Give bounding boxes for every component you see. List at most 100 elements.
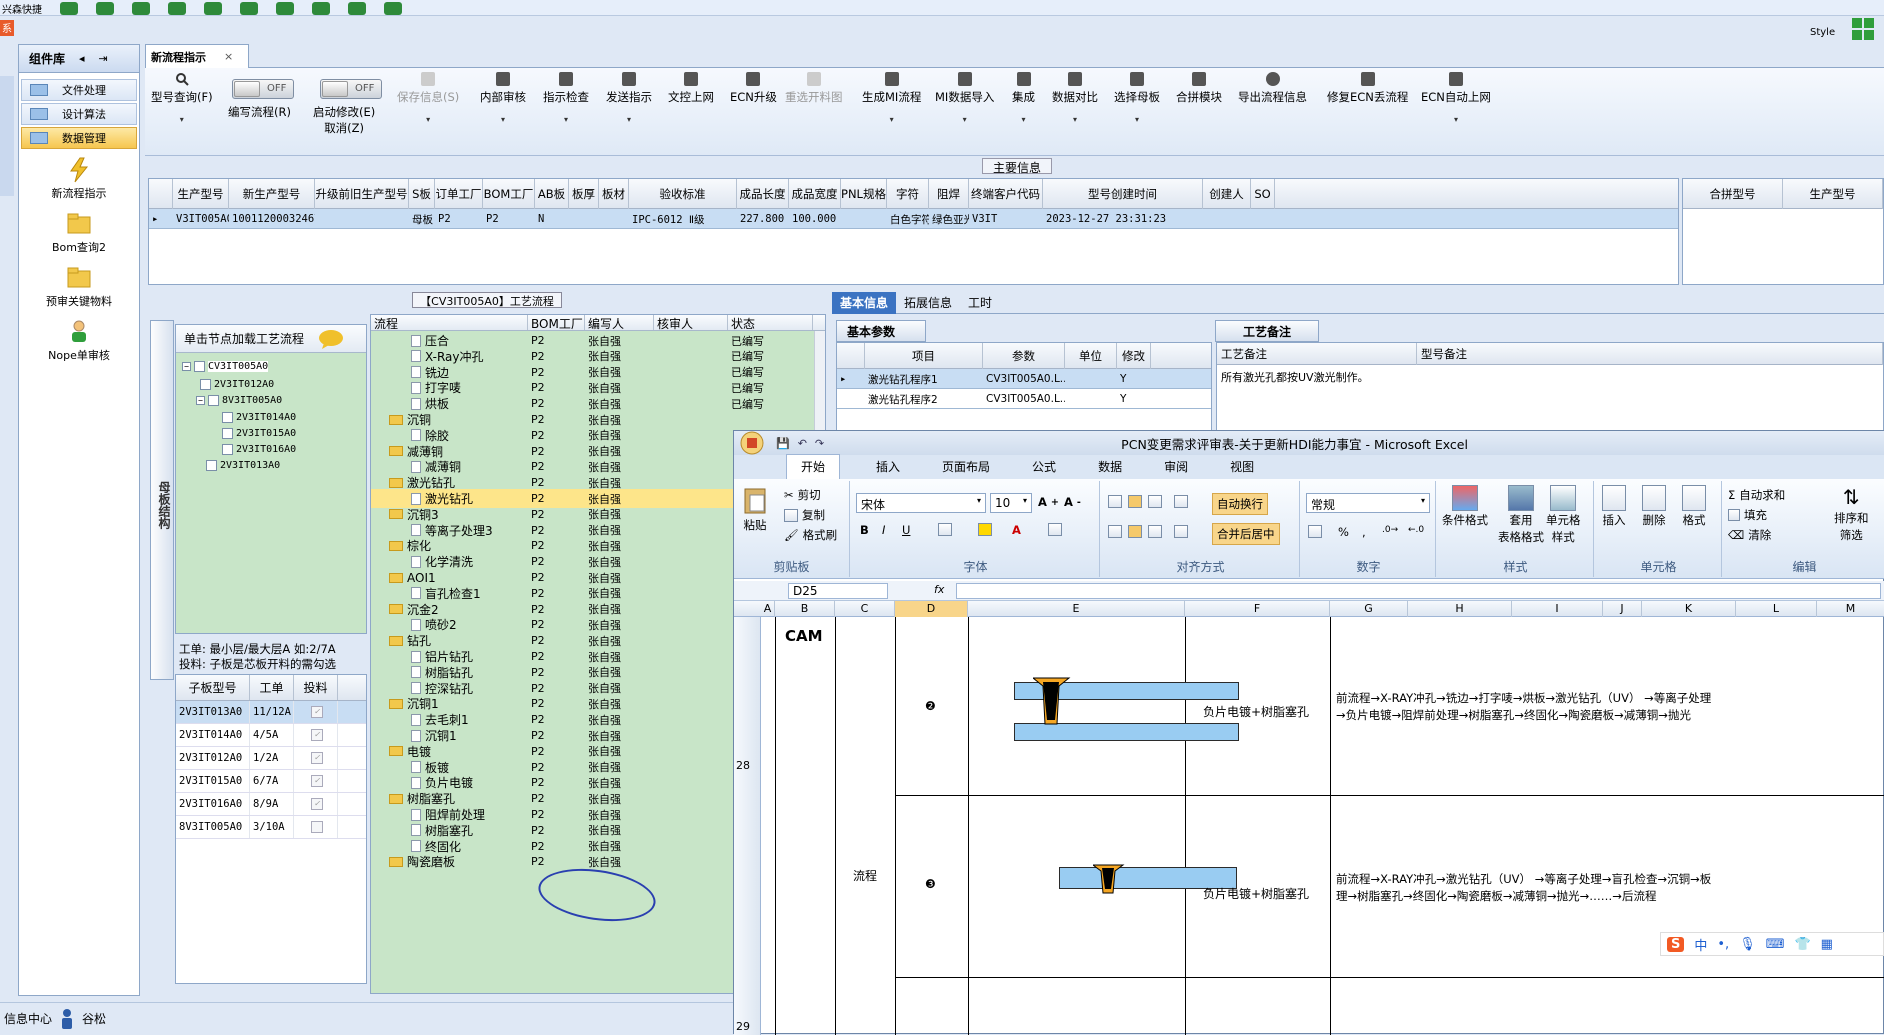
column-header[interactable]: I — [1512, 601, 1603, 617]
underline-button[interactable]: U — [902, 523, 910, 537]
apps-icon[interactable] — [276, 1, 294, 15]
column-header[interactable]: 型号备注 — [1417, 343, 1883, 365]
param-mod[interactable]: Y — [1117, 389, 1151, 409]
feed-checkbox[interactable]: ✓ — [311, 798, 323, 810]
doc-publish-button[interactable]: 文控上网 — [668, 72, 714, 105]
column-header[interactable]: 编写人 — [585, 315, 654, 331]
column-header[interactable]: K — [1642, 601, 1736, 617]
align-bottom-button[interactable] — [1148, 495, 1162, 508]
grid-cell[interactable] — [1203, 209, 1251, 229]
tree-node[interactable]: 2V3IT013A0 — [206, 456, 280, 474]
column-header[interactable]: PNL规格 — [841, 179, 887, 209]
integrate-button[interactable]: 集成 ▾ — [1012, 72, 1035, 124]
column-header[interactable]: 创建人 — [1203, 179, 1251, 209]
tab-basic-info[interactable]: 基本信息 — [832, 291, 897, 314]
sub-board-row[interactable]: 2V3IT012A0 1/2A ✓ — [176, 747, 366, 770]
column-header[interactable]: 单位 — [1065, 343, 1117, 369]
number-format-combo[interactable]: 常规 ▾ — [1306, 493, 1430, 513]
grid-cell[interactable]: N — [535, 209, 569, 229]
sub-board-work-order[interactable]: 11/12A — [250, 701, 294, 723]
column-header[interactable]: 流程 — [371, 315, 528, 331]
ecn-auto-publish-button[interactable]: ECN自动上网 ▾ — [1421, 72, 1491, 124]
column-header[interactable]: 子板型号 — [176, 675, 250, 700]
sub-board-row[interactable]: 8V3IT005A0 3/10A — [176, 816, 366, 839]
column-header[interactable]: 工单 — [250, 675, 294, 700]
cell-cam[interactable]: CAM — [785, 627, 823, 645]
nav-item-algorithm[interactable]: 设计算法 — [21, 103, 137, 125]
param-item[interactable]: 激光钻孔程序1 — [865, 369, 983, 389]
fill-color-button[interactable] — [978, 523, 992, 536]
copy-button[interactable]: 复制 — [784, 507, 825, 523]
model-query-button[interactable]: 型号查询(F) ▾ — [151, 72, 213, 124]
column-header[interactable]: 修改 — [1117, 343, 1151, 369]
column-header[interactable]: 生产型号 — [173, 179, 229, 209]
param-mod[interactable]: Y — [1117, 369, 1151, 389]
fill-button[interactable]: 填充 — [1728, 507, 1767, 523]
param-value[interactable]: CV3IT005A0.L... — [983, 389, 1065, 409]
redo-icon[interactable]: ↷ — [815, 437, 824, 450]
param-unit[interactable] — [1065, 369, 1117, 389]
format-painter-button[interactable]: 🖌 格式刷 — [784, 527, 837, 543]
grid-icon[interactable] — [204, 1, 222, 15]
grid-cell[interactable]: 100.000 — [789, 209, 841, 229]
tab-review[interactable]: 审阅 — [1158, 458, 1194, 479]
tab-home[interactable]: 开始 — [786, 454, 841, 479]
tab-new-flow[interactable]: 新流程指示 × — [145, 44, 249, 68]
column-header[interactable]: H — [1408, 601, 1512, 617]
table-icon[interactable] — [132, 1, 150, 15]
format-as-table-button[interactable]: 套用 表格格式 — [1498, 485, 1544, 545]
param-row[interactable]: ▸ 激光钻孔程序1 CV3IT005A0.L... Y — [837, 369, 1211, 389]
repair-ecn-button[interactable]: 修复ECN丢流程 — [1327, 72, 1408, 105]
reselect-cut-chart-button[interactable]: 重选开料图 — [785, 72, 843, 105]
ime-toolbar[interactable]: S 中 •, 🎙 ⌨ 👕 ▦ — [1660, 932, 1884, 956]
sort-filter-button[interactable]: ⇅ 排序和 筛选 — [1834, 485, 1869, 543]
param-unit[interactable] — [1065, 389, 1117, 409]
percent-button[interactable]: % — [1338, 525, 1349, 539]
comma-button[interactable]: , — [1362, 525, 1366, 539]
column-header[interactable]: 终端客户代码 — [969, 179, 1043, 209]
name-box[interactable]: D25 — [788, 583, 888, 599]
column-header[interactable]: L — [1736, 601, 1817, 617]
grid-cell[interactable]: V3IT005A0 — [173, 209, 229, 229]
column-header[interactable]: AB板 — [535, 179, 569, 209]
column-header[interactable]: 工艺备注 — [1217, 343, 1417, 365]
tab-view[interactable]: 视图 — [1224, 458, 1260, 479]
column-header[interactable]: 项目 — [865, 343, 983, 369]
sub-board-row[interactable]: 2V3IT015A0 6/7A ✓ — [176, 770, 366, 793]
column-header[interactable]: 新生产型号 — [229, 179, 315, 209]
delete-cells-button[interactable]: 删除 — [1642, 485, 1666, 528]
column-header[interactable]: E — [968, 601, 1185, 617]
grid-cell[interactable] — [569, 209, 599, 229]
internal-review-button[interactable]: 内部审核 ▾ — [480, 72, 526, 124]
merge-center-button[interactable]: 合并后居中 — [1212, 523, 1280, 545]
select-master-board-button[interactable]: 选择母板 ▾ — [1114, 72, 1160, 124]
generate-mi-flow-button[interactable]: 生成MI流程 ▾ — [862, 72, 921, 124]
dropdown-arrow-icon[interactable]: ▾ — [151, 115, 213, 124]
undo-icon[interactable]: ↶ — [798, 437, 807, 450]
grid-cell[interactable]: P2 — [483, 209, 535, 229]
tab-board-structure[interactable]: 母板结构 — [150, 320, 174, 680]
user-icon[interactable] — [312, 1, 330, 15]
grid-cell[interactable] — [841, 209, 887, 229]
check-instruction-button[interactable]: 指示检查 ▾ — [543, 72, 589, 124]
grid-cell[interactable]: 母板 — [409, 209, 435, 229]
microphone-icon[interactable]: 🎙 — [1739, 937, 1756, 952]
tab-basic-params[interactable]: 基本参数 — [836, 320, 926, 342]
send-instruction-button[interactable]: 发送指示 ▾ — [606, 72, 652, 124]
tree-node[interactable]: −8V3IT005A0 — [196, 391, 282, 409]
cell-plating-2[interactable]: 负片电镀+树脂塞孔 — [1203, 885, 1309, 902]
autosum-button[interactable]: Σ 自动求和 — [1728, 487, 1785, 503]
column-header[interactable]: B — [775, 601, 835, 617]
tab-work-hours[interactable]: 工时 — [960, 292, 1000, 314]
column-header[interactable]: 板厚 — [569, 179, 599, 209]
row-header[interactable]: 29 — [736, 1020, 750, 1033]
nav-item-file[interactable]: 文件处理 — [21, 79, 137, 101]
grid-cell[interactable] — [1251, 209, 1275, 229]
formula-input[interactable] — [956, 583, 1881, 599]
sub-board-work-order[interactable]: 1/2A — [250, 747, 294, 769]
grid-cell[interactable]: 绿色亚光 — [929, 209, 969, 229]
align-top-button[interactable] — [1108, 495, 1122, 508]
font-color-button[interactable]: A — [1012, 523, 1021, 537]
tab-formulas[interactable]: 公式 — [1026, 458, 1062, 479]
cell-flow-text-2b[interactable]: 理→树脂塞孔→终固化→陶瓷磨板→减薄铜→抛光→……→后流程 — [1336, 888, 1656, 904]
